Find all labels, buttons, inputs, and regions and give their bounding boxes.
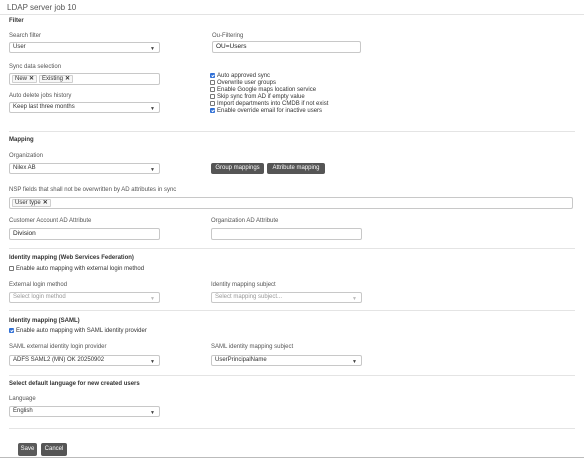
organization-value: Nilex AB [13,165,36,171]
search-filter-label: Search filter [9,33,42,39]
sync-tag-existing: Existing ✕ [39,75,74,83]
search-filter-value: User [13,44,26,50]
remove-tag-icon[interactable]: ✕ [43,200,48,206]
section-divider [9,248,575,249]
chevron-down-icon: ▼ [150,359,155,365]
filter-options-list: Auto approved sync Overwrite user groups… [210,73,328,114]
mapping-section-title: Mapping [9,137,34,143]
language-value: English [13,408,33,414]
ou-filtering-input[interactable]: OU=Users [212,41,361,53]
nsp-fields-tagbox[interactable]: User type ✕ [9,197,573,209]
customer-account-input[interactable]: Division [9,228,160,240]
wsfed-section-title: Identity mapping (Web Services Federatio… [9,255,134,261]
remove-tag-icon[interactable]: ✕ [29,76,34,82]
section-divider [9,375,575,376]
wsfed-subject-placeholder: Select mapping subject... [215,294,283,300]
language-select[interactable]: English ▼ [9,406,160,417]
checkbox-icon[interactable] [9,328,14,333]
sync-data-tagbox[interactable]: New ✕ Existing ✕ [9,73,160,85]
checkbox-auto-approved-sync[interactable]: Auto approved sync [210,73,328,79]
wsfed-subject-select[interactable]: Select mapping subject... ▼ [211,292,362,303]
external-login-placeholder: Select login method [13,294,66,300]
checkbox-icon[interactable] [210,80,215,85]
saml-provider-label: SAML external identity login provider [9,344,107,350]
chevron-down-icon: ▼ [150,106,155,112]
saml-subject-select[interactable]: UserPrincipalName ▼ [211,355,362,366]
section-divider [9,131,575,132]
filter-section-title: Filter [9,18,24,24]
ou-filtering-label: Ou-Filtering [212,33,244,39]
search-filter-select[interactable]: User ▼ [9,42,160,53]
checkbox-google-maps[interactable]: Enable Google maps location service [210,87,328,93]
chevron-down-icon: ▼ [150,410,155,416]
checkbox-icon[interactable] [210,87,215,92]
attribute-mapping-button[interactable]: Attribute mapping [267,163,325,174]
auto-delete-select[interactable]: Keep last three months ▼ [9,102,160,113]
nsp-tag-user-type: User type ✕ [12,199,51,207]
organization-ad-input[interactable] [211,228,362,240]
saml-provider-select[interactable]: ADFS SAML2 (MN) OK 20250902 ▼ [9,355,160,366]
saml-provider-value: ADFS SAML2 (MN) OK 20250902 [13,357,105,363]
external-login-label: External login method [9,282,68,288]
auto-delete-label: Auto delete jobs history [9,93,72,99]
sync-data-label: Sync data selection [9,64,62,70]
section-divider [9,310,575,311]
language-section-title: Select default language for new created … [9,381,140,387]
external-login-select[interactable]: Select login method ▼ [9,292,160,303]
chevron-down-icon: ▼ [352,359,357,365]
group-mappings-button[interactable]: Group mappings [211,163,264,174]
saml-subject-value: UserPrincipalName [215,357,267,363]
wsfed-subject-label: Identity mapping subject [211,282,276,288]
auto-delete-value: Keep last three months [13,104,75,110]
saml-subject-label: SAML identity mapping subject [211,344,294,350]
checkbox-icon[interactable] [9,266,14,271]
checkbox-icon[interactable] [210,108,215,113]
save-button[interactable]: Save [18,443,37,456]
saml-enable-checkbox[interactable]: Enable auto mapping with SAML identity p… [9,328,147,334]
sync-tag-new: New ✕ [12,75,38,83]
chevron-down-icon: ▼ [352,296,357,302]
checkbox-icon[interactable] [210,73,215,78]
wsfed-enable-checkbox[interactable]: Enable auto mapping with external login … [9,266,144,272]
organization-select[interactable]: Nilex AB ▼ [9,163,160,174]
window-title: LDAP server job 10 [7,3,77,12]
checkbox-skip-empty[interactable]: Skip sync from AD if empty value [210,94,328,100]
chevron-down-icon: ▼ [150,296,155,302]
checkbox-overwrite-user-groups[interactable]: Overwrite user groups [210,80,328,86]
remove-tag-icon[interactable]: ✕ [65,76,70,82]
cancel-button[interactable]: Cancel [41,443,67,456]
saml-section-title: Identity mapping (SAML) [9,318,80,324]
title-divider [0,14,584,15]
chevron-down-icon: ▼ [150,167,155,173]
language-label: Language [9,396,36,402]
chevron-down-icon: ▼ [150,46,155,52]
checkbox-icon[interactable] [210,101,215,106]
checkbox-override-email[interactable]: Enable override email for inactive users [210,108,328,114]
nsp-fields-label: NSP fields that shall not be overwritten… [9,187,177,193]
customer-account-label: Customer Account AD Attribute [9,218,92,224]
checkbox-import-departments[interactable]: Import departments into CMDB if not exis… [210,101,328,107]
section-divider [9,428,575,429]
organization-label: Organization [9,153,44,159]
organization-ad-label: Organization AD Attribute [211,218,279,224]
checkbox-icon[interactable] [210,94,215,99]
